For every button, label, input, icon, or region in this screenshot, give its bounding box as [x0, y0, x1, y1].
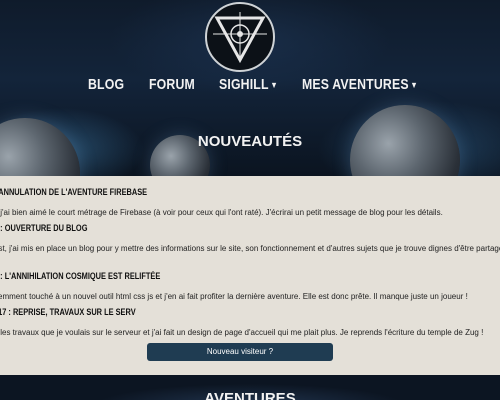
- nav-item-blog[interactable]: Blog: [88, 76, 124, 93]
- hero-background: Blog Forum Sighill ▼ Mes aventures ▼ Nouve…: [0, 0, 500, 176]
- news-item: : Annulation de l'aventure Firebase l, j…: [0, 187, 500, 217]
- footer-background: Aventures: [0, 375, 500, 400]
- news-body: it les travaux que je voulais sur le ser…: [0, 328, 484, 337]
- news-body: est, j'ai mis en place un blog pour y me…: [0, 244, 500, 253]
- caret-down-icon: ▼: [410, 80, 418, 91]
- news-title: 017 : Reprise, travaux sur le serv: [0, 307, 136, 318]
- nav-label: Forum: [149, 76, 195, 93]
- news-item: 7 : L'annihilation cosmique est reliftée…: [0, 271, 500, 301]
- section-title-adventures: Aventures: [204, 390, 296, 400]
- nav-item-forum[interactable]: Forum: [149, 76, 195, 93]
- news-item: 017 : Reprise, travaux sur le serv it le…: [0, 307, 500, 337]
- news-title: 7 : L'annihilation cosmique est reliftée: [0, 271, 161, 282]
- news-item: 2 : Ouverture du blog est, j'ai mis en p…: [0, 223, 500, 253]
- new-visitor-button[interactable]: Nouveau visiteur ?: [147, 343, 333, 361]
- main-nav: Blog Forum Sighill ▼ Mes aventures ▼: [0, 76, 500, 102]
- news-title: : Annulation de l'aventure Firebase: [0, 187, 148, 198]
- nav-label: Blog: [88, 76, 125, 93]
- nav-label: Sighill: [219, 76, 269, 93]
- news-body: cemment touché à un nouvel outil html cs…: [0, 292, 468, 301]
- caret-down-icon: ▼: [270, 80, 278, 91]
- nav-label: Mes aventures: [302, 76, 409, 93]
- alchemy-triangle-logo-icon[interactable]: [205, 2, 275, 72]
- nav-item-mes-aventures[interactable]: Mes aventures ▼: [302, 76, 418, 93]
- news-body: l, j'ai bien aimé le court métrage de Fi…: [0, 208, 443, 217]
- nav-item-sighill[interactable]: Sighill ▼: [219, 76, 278, 93]
- news-title: 2 : Ouverture du blog: [0, 223, 88, 234]
- section-title-news: Nouveautés: [197, 133, 303, 150]
